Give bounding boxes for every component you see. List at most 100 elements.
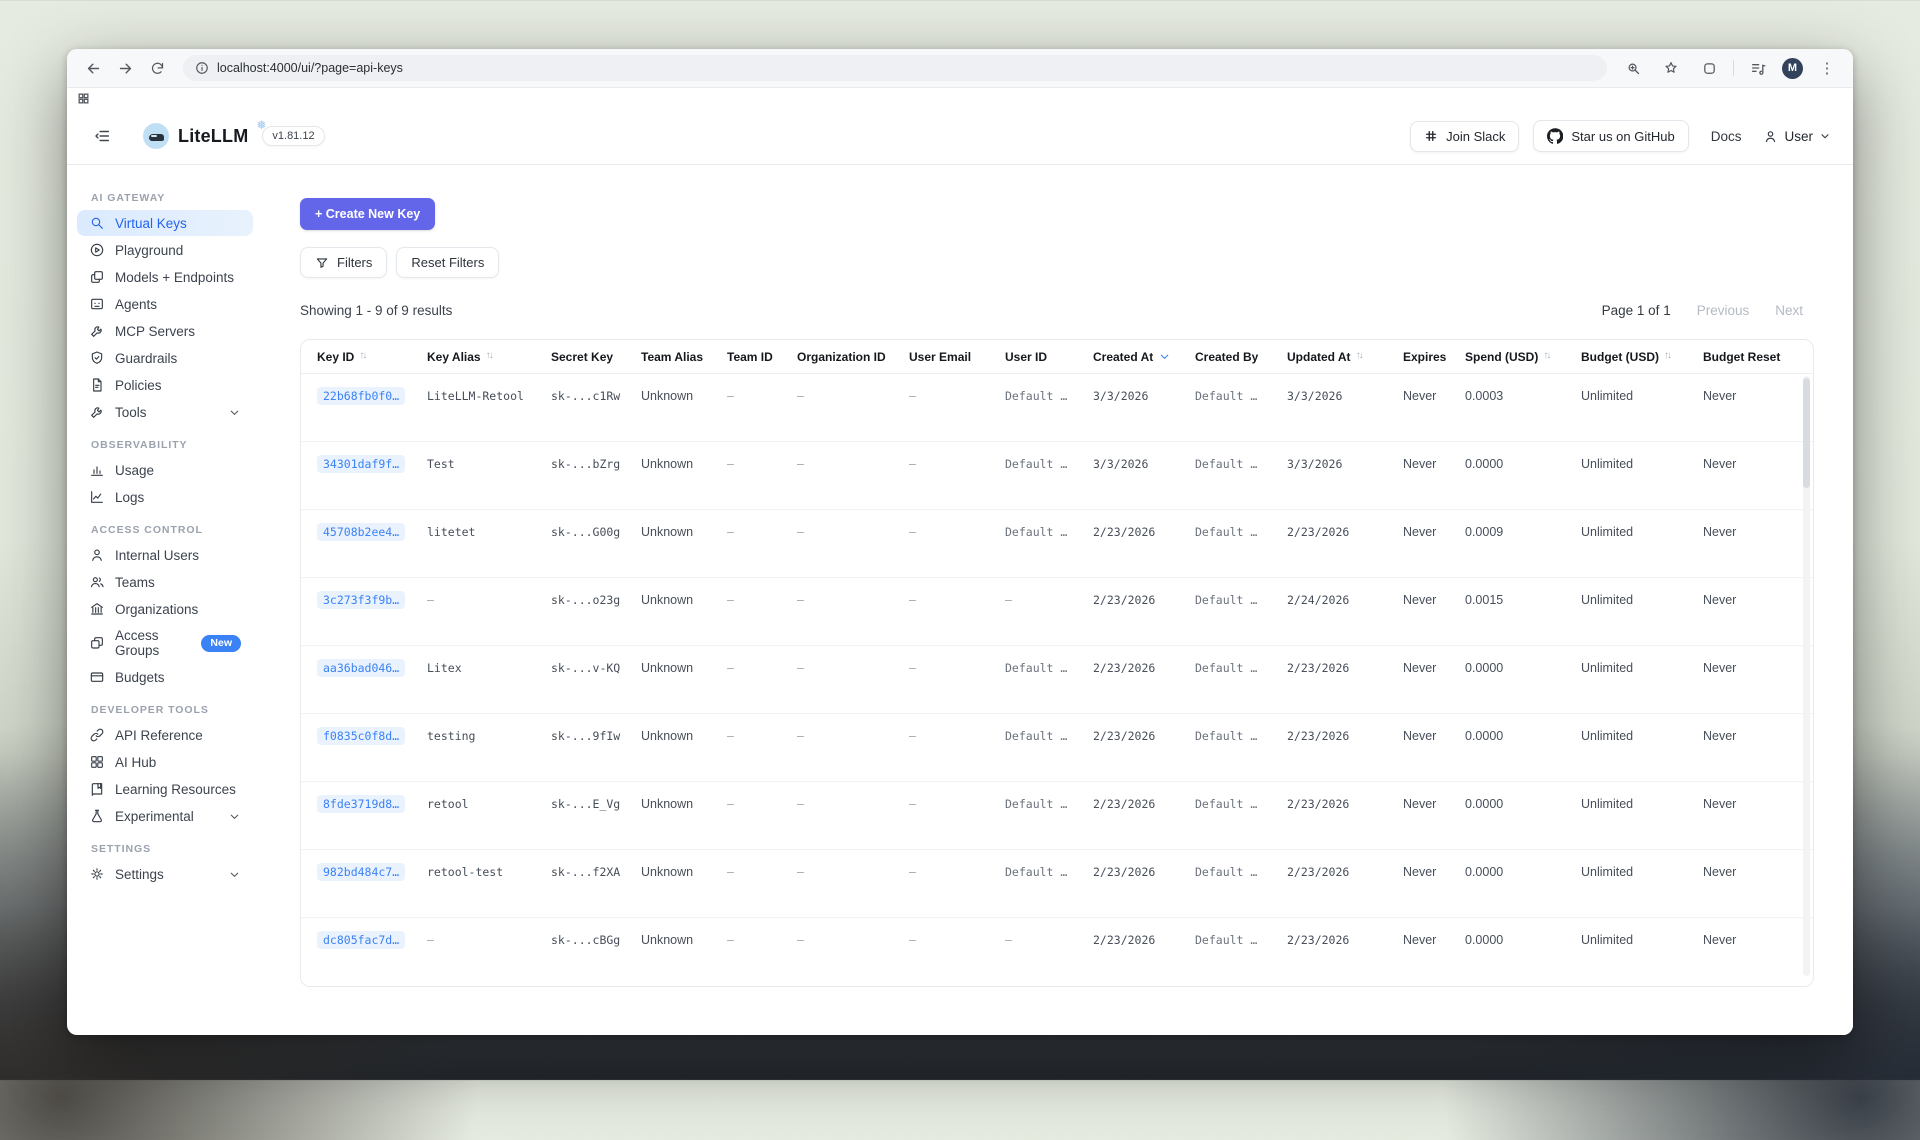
sidebar-item-budgets[interactable]: Budgets <box>77 664 253 690</box>
cell-key-id[interactable]: 45708b2ee4… <box>317 523 427 541</box>
column-label: Created At <box>1093 350 1153 364</box>
sidebar: AI GATEWAYVirtual KeysPlaygroundModels +… <box>67 165 263 1035</box>
sidebar-item-label: Playground <box>115 243 183 258</box>
column-header-key-alias[interactable]: Key Alias↑↓ <box>427 350 551 364</box>
sidebar-section-label: SETTINGS <box>67 830 263 860</box>
column-header-created-at[interactable]: Created At <box>1093 350 1195 364</box>
table-row: f0835c0f8d…testingsk-...9fIwUnknown–––De… <box>301 714 1813 782</box>
previous-button[interactable]: Previous <box>1697 303 1750 318</box>
cell-budget-usd-: Unlimited <box>1581 455 1703 473</box>
cell-secret-key: sk-...E_Vg <box>551 795 641 813</box>
cell-key-id[interactable]: 34301daf9f… <box>317 455 427 473</box>
column-header-user-email: User Email <box>909 350 1005 364</box>
join-slack-button[interactable]: Join Slack <box>1410 121 1519 152</box>
browser-window: localhost:4000/ui/?page=api-keys M ⋮ <box>67 49 1853 1035</box>
table-row: aa36bad046…Litexsk-...v-KQUnknown–––Defa… <box>301 646 1813 714</box>
sidebar-item-agents[interactable]: Agents <box>77 291 253 317</box>
cell-key-id[interactable]: f0835c0f8d… <box>317 727 427 745</box>
cell-organization-id: – <box>797 455 909 473</box>
sidebar-item-access-groups[interactable]: Access GroupsNew <box>77 623 253 663</box>
sidebar-item-logs[interactable]: Logs <box>77 484 253 510</box>
sidebar-item-organizations[interactable]: Organizations <box>77 596 253 622</box>
sidebar-item-guardrails[interactable]: Guardrails <box>77 345 253 371</box>
cell-updated-at: 2/23/2026 <box>1287 523 1403 541</box>
reset-filters-button[interactable]: Reset Filters <box>396 247 499 278</box>
cell-budget-reset: Never <box>1703 931 1797 949</box>
sidebar-item-api-reference[interactable]: API Reference <box>77 722 253 748</box>
cell-key-alias: LiteLLM-Retool <box>427 387 551 405</box>
forward-icon[interactable] <box>111 54 139 82</box>
sidebar-item-virtual-keys[interactable]: Virtual Keys <box>77 210 253 236</box>
cell-key-id[interactable]: dc805fac7d… <box>317 931 427 949</box>
column-header-key-id[interactable]: Key ID ↑↓ <box>317 350 427 364</box>
sidebar-item-teams[interactable]: Teams <box>77 569 253 595</box>
cell-budget-reset: Never <box>1703 795 1797 813</box>
sort-icon[interactable]: ↑↓ <box>1356 350 1362 361</box>
sidebar-item-learning-resources[interactable]: Learning Resources <box>77 776 253 802</box>
profile-avatar[interactable]: M <box>1782 58 1803 79</box>
sort-icon[interactable]: ↑↓ <box>359 350 365 361</box>
next-button[interactable]: Next <box>1775 303 1803 318</box>
docs-link[interactable]: Docs <box>1711 129 1742 144</box>
sidebar-toggle-icon[interactable] <box>89 123 115 149</box>
cell-team-alias: Unknown <box>641 863 727 881</box>
user-menu[interactable]: User <box>1763 129 1831 144</box>
column-label: Team ID <box>727 350 773 364</box>
sidebar-item-models-endpoints[interactable]: Models + Endpoints <box>77 264 253 290</box>
column-header-budget-usd-[interactable]: Budget (USD)↑↓ <box>1581 350 1703 364</box>
sidebar-item-experimental[interactable]: Experimental <box>77 803 253 829</box>
github-icon <box>1547 128 1563 144</box>
cell-user-email: – <box>909 591 1005 609</box>
apps-grid-icon[interactable] <box>77 92 90 105</box>
column-header-updated-at[interactable]: Updated At↑↓ <box>1287 350 1403 364</box>
cell-key-id[interactable]: 3c273f3f9b… <box>317 591 427 609</box>
sidebar-section-label: DEVELOPER TOOLS <box>67 691 263 721</box>
sidebar-item-policies[interactable]: Policies <box>77 372 253 398</box>
reload-icon[interactable] <box>143 54 171 82</box>
cell-key-id[interactable]: aa36bad046… <box>317 659 427 677</box>
cell-expires: Never <box>1403 795 1465 813</box>
cell-team-alias: Unknown <box>641 727 727 745</box>
address-bar[interactable]: localhost:4000/ui/?page=api-keys <box>183 55 1607 81</box>
sidebar-item-usage[interactable]: Usage <box>77 457 253 483</box>
sidebar-item-internal-users[interactable]: Internal Users <box>77 542 253 568</box>
column-header-created-by: Created By <box>1195 350 1287 364</box>
sidebar-item-mcp-servers[interactable]: MCP Servers <box>77 318 253 344</box>
sort-icon[interactable]: ↑↓ <box>1664 350 1670 361</box>
filters-button[interactable]: Filters <box>300 247 387 278</box>
info-icon[interactable] <box>195 61 209 75</box>
cell-organization-id: – <box>797 523 909 541</box>
back-icon[interactable] <box>79 54 107 82</box>
app-logo[interactable]: LiteLLM <box>143 123 248 149</box>
sidebar-item-ai-hub[interactable]: AI Hub <box>77 749 253 775</box>
cell-user-id: Default … <box>1005 659 1093 677</box>
sort-icon[interactable]: ↑↓ <box>1543 350 1549 361</box>
zoom-icon[interactable] <box>1619 54 1647 82</box>
chevron-down-icon <box>1819 130 1831 142</box>
column-header-spend-usd-[interactable]: Spend (USD)↑↓ <box>1465 350 1581 364</box>
cell-key-id[interactable]: 982bd484c7… <box>317 863 427 881</box>
cell-team-id: – <box>727 931 797 949</box>
grid-icon <box>89 754 105 770</box>
cell-key-id[interactable]: 8fde3719d8… <box>317 795 427 813</box>
star-github-button[interactable]: Star us on GitHub <box>1533 120 1688 152</box>
table-row: 982bd484c7…retool-testsk-...f2XAUnknown–… <box>301 850 1813 918</box>
table-row: 3c273f3f9b…–sk-...o23gUnknown––––2/23/20… <box>301 578 1813 646</box>
table-scrollbar[interactable] <box>1803 376 1810 976</box>
chevron-down-icon <box>228 810 241 823</box>
cell-budget-reset: Never <box>1703 659 1797 677</box>
sort-icon[interactable]: ↑↓ <box>486 350 492 361</box>
sort-desc-icon[interactable] <box>1158 350 1171 363</box>
sidebar-item-settings[interactable]: Settings <box>77 861 253 887</box>
sidebar-item-tools[interactable]: Tools <box>77 399 253 425</box>
extensions-icon[interactable] <box>1695 54 1723 82</box>
litellm-logo-icon <box>143 123 169 149</box>
cell-organization-id: – <box>797 659 909 677</box>
menu-kebab-icon[interactable]: ⋮ <box>1813 54 1841 82</box>
column-label: Key ID <box>317 350 354 364</box>
sidebar-item-playground[interactable]: Playground <box>77 237 253 263</box>
cell-key-id[interactable]: 22b68fb0f0… <box>317 387 427 405</box>
create-new-key-button[interactable]: + Create New Key <box>300 198 435 230</box>
media-list-icon[interactable] <box>1744 54 1772 82</box>
bookmark-star-icon[interactable] <box>1657 54 1685 82</box>
